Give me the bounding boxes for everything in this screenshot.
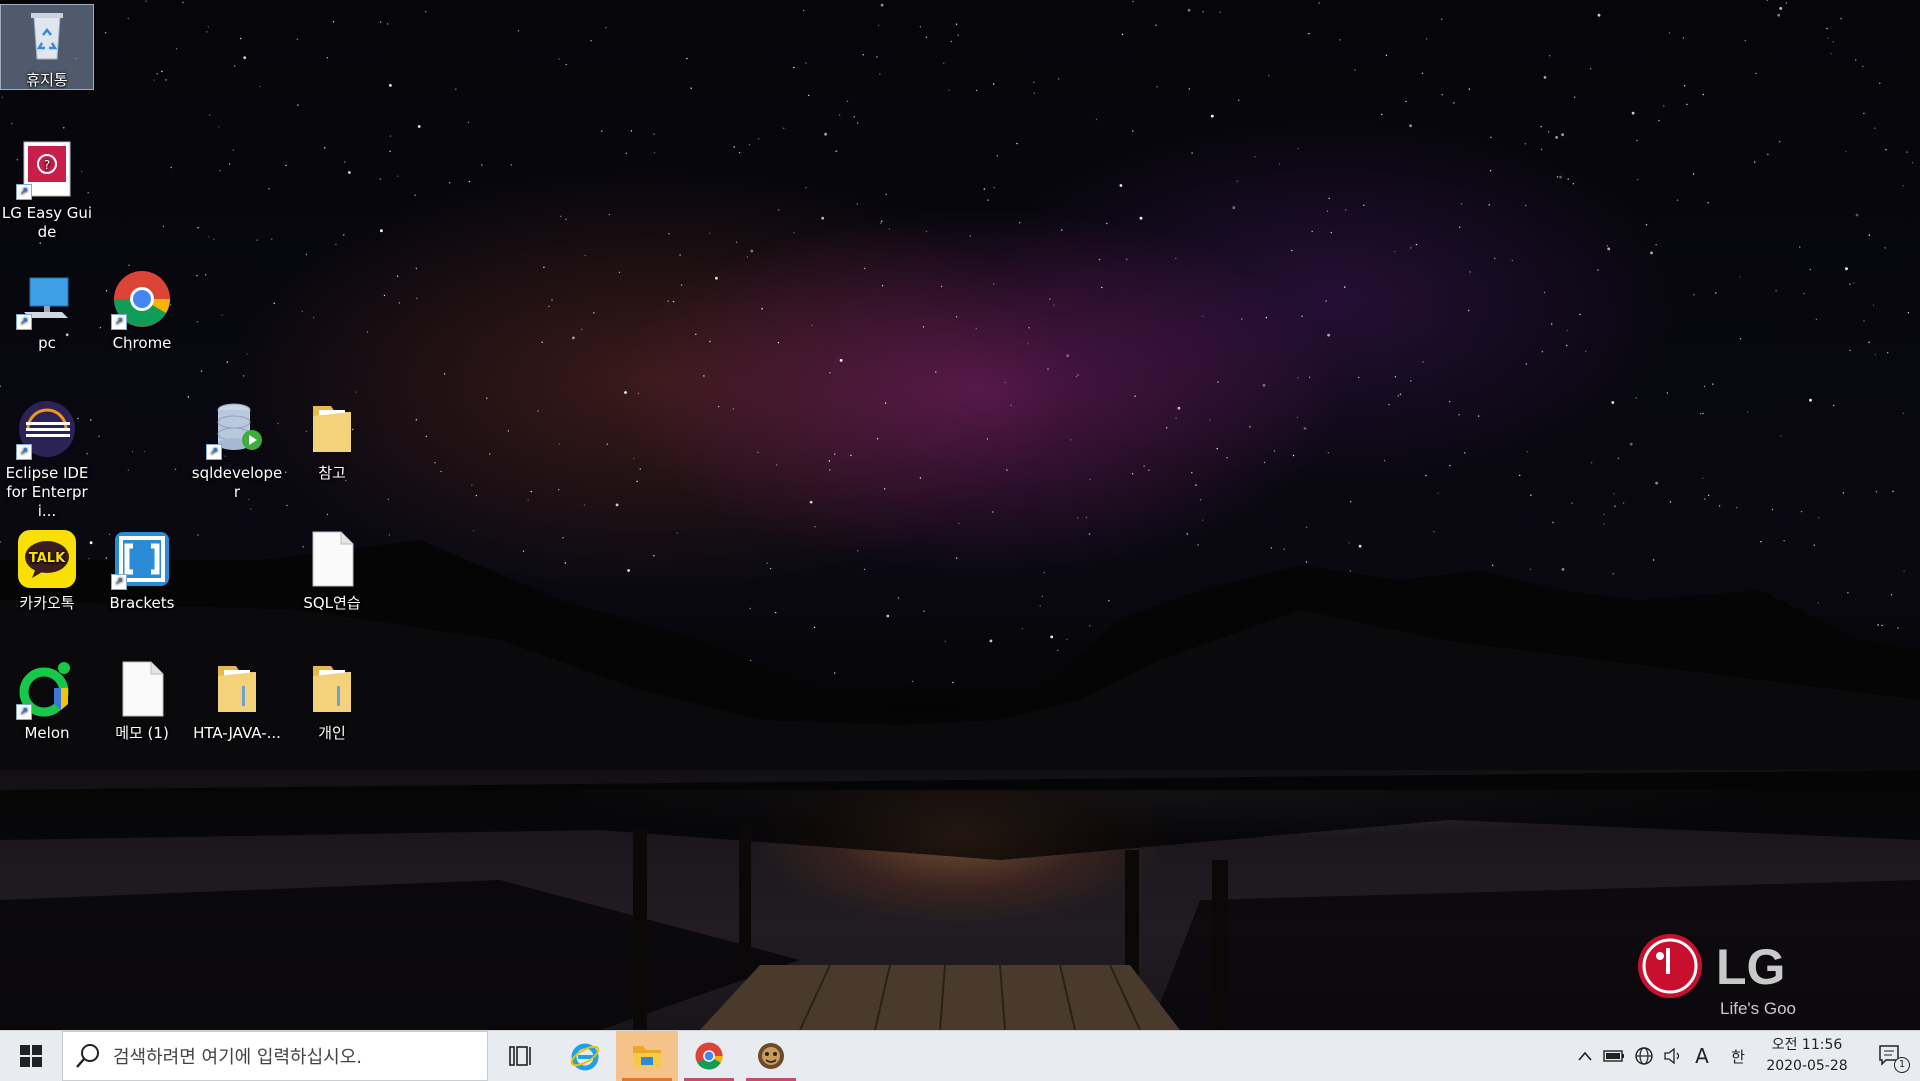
eclipse-icon: ↗ bbox=[16, 398, 78, 460]
icon-label: Melon bbox=[24, 724, 70, 742]
icon-label: sqldeveloper bbox=[191, 464, 283, 501]
battery-button[interactable] bbox=[1600, 1031, 1628, 1081]
search-icon bbox=[76, 1044, 99, 1068]
taskbar-game-app[interactable] bbox=[740, 1031, 802, 1081]
kakaotalk-icon: TALK bbox=[16, 528, 78, 590]
svg-text:TALK: TALK bbox=[29, 551, 66, 566]
desktop-icon-chrome[interactable]: ↗ Chrome bbox=[96, 268, 188, 353]
icon-label: Eclipse IDE for Enterpri... bbox=[5, 464, 89, 520]
task-view-button[interactable] bbox=[490, 1031, 552, 1081]
desktop-icon-memo[interactable]: 메모 (1) bbox=[96, 658, 188, 743]
chrome-icon: ↗ bbox=[111, 268, 173, 330]
search-placeholder: 검색하려면 여기에 입력하십시오. bbox=[113, 1047, 363, 1068]
show-hidden-icons-button[interactable] bbox=[1572, 1031, 1598, 1081]
chevron-up-icon bbox=[1578, 1051, 1592, 1061]
notification-count-badge: 1 bbox=[1894, 1057, 1910, 1073]
shortcut-arrow-icon: ↗ bbox=[111, 314, 127, 330]
desktop: 휴지통 ? ↗ LG Easy Guide ↗ pc ↗ Chrome ↗ Ec… bbox=[0, 0, 1920, 1030]
start-button[interactable] bbox=[0, 1031, 62, 1081]
shortcut-arrow-icon: ↗ bbox=[111, 574, 127, 590]
battery-icon bbox=[1603, 1050, 1624, 1062]
desktop-icon-lg-easy-guide[interactable]: ? ↗ LG Easy Guide bbox=[1, 138, 93, 242]
network-button[interactable] bbox=[1630, 1031, 1658, 1081]
desktop-icon-kakaotalk[interactable]: TALK 카카오톡 bbox=[1, 528, 93, 613]
desktop-icon-folder-hta-java[interactable]: HTA-JAVA-... bbox=[191, 658, 283, 743]
desktop-icon-pc[interactable]: ↗ pc bbox=[1, 268, 93, 353]
speaker-icon bbox=[1664, 1047, 1680, 1065]
desktop-icon-brackets[interactable]: ↗ Brackets bbox=[96, 528, 188, 613]
svg-text:LG: LG bbox=[1716, 939, 1785, 995]
desktop-icon-folder-chamgo[interactable]: 참고 bbox=[286, 398, 378, 483]
volume-button[interactable] bbox=[1660, 1031, 1686, 1081]
taskbar-chrome[interactable] bbox=[678, 1031, 740, 1081]
desktop-icon-folder-personal[interactable]: 개인 bbox=[286, 658, 378, 743]
lg-easy-guide-icon: ? ↗ bbox=[16, 138, 78, 200]
icon-label: 메모 (1) bbox=[115, 724, 169, 742]
ime-mode-button[interactable]: A bbox=[1688, 1031, 1716, 1081]
desktop-icon-sql-practice[interactable]: SQL연습 bbox=[286, 528, 378, 613]
clock-time: 오전 11:56 bbox=[1771, 1037, 1843, 1053]
svg-text:?: ? bbox=[44, 158, 50, 172]
shortcut-arrow-icon: ↗ bbox=[16, 444, 32, 460]
taskbar-clock[interactable]: 오전 11:56 2020-05-28 bbox=[1762, 1035, 1852, 1077]
desktop-icon-melon[interactable]: ↗ Melon bbox=[1, 658, 93, 743]
desktop-icon-eclipse[interactable]: ↗ Eclipse IDE for Enterpri... bbox=[1, 398, 93, 521]
folder-icon bbox=[206, 658, 268, 720]
icon-label: 카카오톡 bbox=[19, 594, 75, 612]
icon-label: Brackets bbox=[109, 594, 175, 612]
shortcut-arrow-icon: ↗ bbox=[16, 184, 32, 200]
ime-language-label: 한 bbox=[1731, 1047, 1745, 1066]
shortcut-arrow-icon: ↗ bbox=[206, 444, 222, 460]
desktop-icon-sqldeveloper[interactable]: ↗ sqldeveloper bbox=[191, 398, 283, 502]
svg-text:Life's Good: Life's Good bbox=[1720, 999, 1796, 1018]
computer-icon: ↗ bbox=[16, 268, 78, 330]
internet-explorer-icon bbox=[570, 1043, 600, 1071]
shortcut-arrow-icon: ↗ bbox=[16, 704, 32, 720]
file-explorer-icon bbox=[633, 1046, 661, 1068]
icon-label: Chrome bbox=[112, 334, 172, 352]
windows-start-icon bbox=[20, 1045, 42, 1067]
sqldeveloper-icon: ↗ bbox=[206, 398, 268, 460]
text-file-icon bbox=[301, 528, 363, 590]
icon-label: SQL연습 bbox=[303, 594, 361, 612]
action-center-button[interactable]: 1 bbox=[1866, 1031, 1916, 1081]
brackets-icon: ↗ bbox=[111, 528, 173, 590]
icon-label: 휴지통 bbox=[26, 71, 68, 89]
recycle-bin-icon bbox=[16, 5, 78, 67]
ime-mode-label: A bbox=[1695, 1044, 1709, 1068]
icon-label: HTA-JAVA-... bbox=[193, 724, 281, 742]
folder-icon bbox=[301, 398, 363, 460]
wallpaper-landscape bbox=[0, 540, 1920, 1030]
taskbar: 검색하려면 여기에 입력하십시오. A 한 오전 11:56 2020-05-2… bbox=[0, 1030, 1920, 1081]
globe-network-icon bbox=[1635, 1047, 1653, 1065]
taskbar-search-box[interactable]: 검색하려면 여기에 입력하십시오. bbox=[62, 1031, 488, 1081]
text-file-icon bbox=[111, 658, 173, 720]
desktop-icon-recycle-bin[interactable]: 휴지통 bbox=[0, 4, 94, 90]
task-view-icon bbox=[509, 1046, 531, 1066]
lg-wallpaper-logo: LG Life's Good bbox=[1636, 930, 1805, 1020]
icon-label: 참고 bbox=[318, 464, 346, 482]
icon-label: LG Easy Guide bbox=[1, 204, 93, 241]
melon-icon: ↗ bbox=[16, 658, 78, 720]
taskbar-internet-explorer[interactable] bbox=[554, 1031, 616, 1081]
shortcut-arrow-icon: ↗ bbox=[16, 314, 32, 330]
taskbar-file-explorer[interactable] bbox=[616, 1031, 678, 1081]
folder-icon bbox=[301, 658, 363, 720]
ime-language-button[interactable]: 한 bbox=[1724, 1031, 1752, 1081]
game-app-icon bbox=[758, 1043, 784, 1069]
icon-label: 개인 bbox=[318, 724, 346, 742]
icon-label: pc bbox=[38, 334, 56, 352]
chrome-icon bbox=[695, 1042, 723, 1070]
clock-date: 2020-05-28 bbox=[1766, 1058, 1848, 1074]
